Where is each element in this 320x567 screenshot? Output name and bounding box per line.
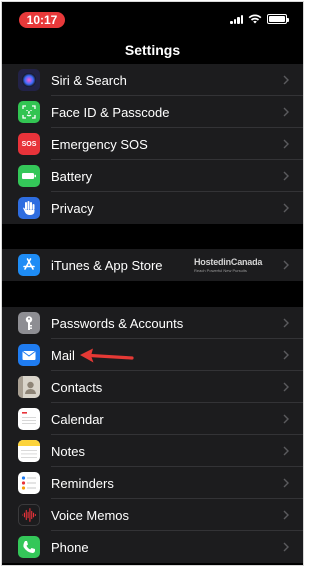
settings-group-apps: Passwords & Accounts Mail Contacts Calen… [2,307,303,563]
mail-icon [18,344,40,366]
row-label: Privacy [51,200,94,216]
row-emergency-sos[interactable]: SOS Emergency SOS [2,128,303,160]
row-calendar[interactable]: Calendar [2,403,303,435]
row-mail[interactable]: Mail [2,339,303,371]
settings-screen: 10:17 Settings Siri & Search Face ID & P… [1,1,304,566]
row-voice-memos[interactable]: Voice Memos [2,499,303,531]
chevron-right-icon [283,139,289,149]
siri-icon [18,69,40,91]
sos-icon: SOS [18,133,40,155]
row-reminders[interactable]: Reminders [2,467,303,499]
row-label: Notes [51,443,85,459]
row-label: Passwords & Accounts [51,315,184,331]
row-label: Phone [51,539,89,555]
annotation-arrow-icon [80,348,134,363]
wifi-icon [248,14,262,24]
chevron-right-icon [283,260,289,270]
chevron-right-icon [283,75,289,85]
chevron-right-icon [283,542,289,552]
phone-icon [18,536,40,558]
row-label: Calendar [51,411,104,427]
chevron-right-icon [283,446,289,456]
row-notes[interactable]: Notes [2,435,303,467]
watermark: HostedinCanada Reach Powerful New Pursui… [194,257,263,273]
key-icon [18,312,40,334]
battery-icon [267,14,289,24]
row-label: Reminders [51,475,114,491]
chevron-right-icon [283,318,289,328]
chevron-right-icon [283,382,289,392]
page-title: Settings [124,42,181,58]
chevron-right-icon [283,107,289,117]
chevron-right-icon [283,350,289,360]
reminders-icon [18,472,40,494]
chevron-right-icon [283,414,289,424]
row-battery[interactable]: Battery [2,160,303,192]
settings-group-store: iTunes & App Store HostedinCanada Reach … [2,249,303,281]
status-time: 10:17 [19,12,65,28]
voice-memos-icon [18,504,40,526]
row-phone[interactable]: Phone [2,531,303,563]
row-siri-search[interactable]: Siri & Search [2,64,303,96]
row-label: Mail [51,347,75,363]
row-label: Emergency SOS [51,136,148,152]
row-label: Battery [51,168,93,184]
row-privacy[interactable]: Privacy [2,192,303,224]
row-itunes-app-store[interactable]: iTunes & App Store HostedinCanada Reach … [2,249,303,281]
row-contacts[interactable]: Contacts [2,371,303,403]
chevron-right-icon [283,478,289,488]
row-label: Face ID & Passcode [51,104,170,120]
chevron-right-icon [283,203,289,213]
privacy-hand-icon [18,197,40,219]
face-id-icon [18,101,40,123]
contacts-icon [18,376,40,398]
row-label: Siri & Search [51,72,127,88]
chevron-right-icon [283,171,289,181]
row-passwords-accounts[interactable]: Passwords & Accounts [2,307,303,339]
row-label: Voice Memos [51,507,130,523]
row-label: Contacts [51,379,103,395]
calendar-icon [18,408,40,430]
row-face-id-passcode[interactable]: Face ID & Passcode [2,96,303,128]
settings-group-general: Siri & Search Face ID & Passcode SOS Eme… [2,64,303,224]
chevron-right-icon [283,510,289,520]
battery-settings-icon [18,165,40,187]
cellular-signal-icon [230,14,243,24]
notes-icon [18,440,40,462]
status-bar: 10:17 [2,2,303,36]
row-label: iTunes & App Store [51,257,163,273]
app-store-icon [18,254,40,276]
status-icons [230,14,289,24]
